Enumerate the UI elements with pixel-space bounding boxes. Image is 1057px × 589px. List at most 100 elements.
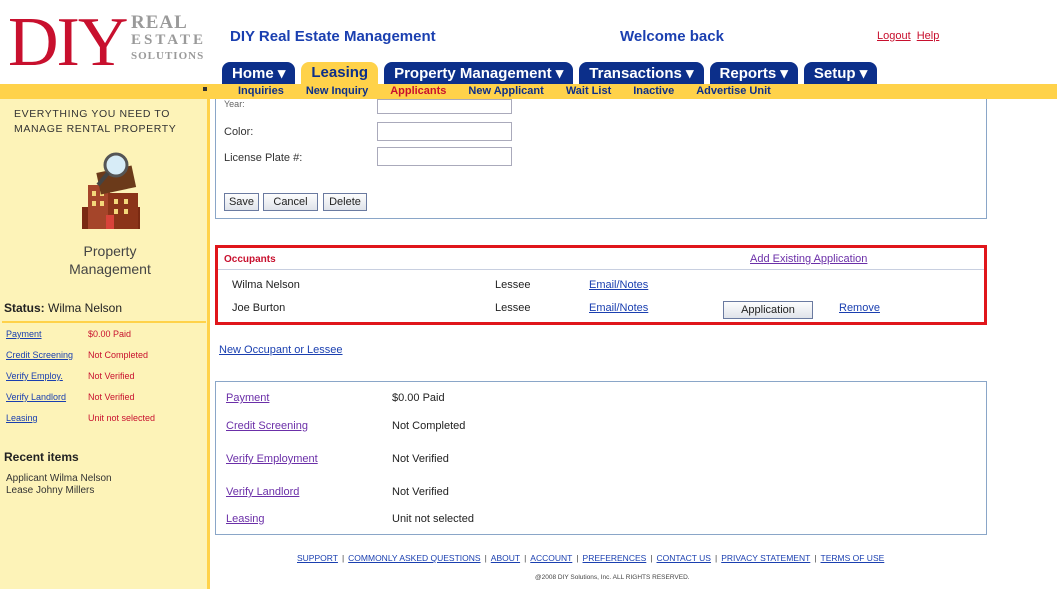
license-plate-field[interactable] xyxy=(377,147,512,166)
occupant-name: Wilma Nelson xyxy=(232,279,300,291)
status-row-leasing: Leasing Unit not selected xyxy=(6,413,206,427)
status-value-verify-employ: Not Verified xyxy=(88,371,135,381)
verify-employment-value: Not Verified xyxy=(392,453,449,465)
tagline: EVERYTHING YOU NEED TO MANAGE RENTAL PRO… xyxy=(14,108,177,135)
credit-screening-link[interactable]: Credit Screening xyxy=(226,420,308,432)
credit-screening-value: Not Completed xyxy=(392,420,466,432)
occupant-role: Lessee xyxy=(495,302,531,314)
footer-link-terms[interactable]: TERMS OF USE xyxy=(821,553,885,563)
subnav-inactive[interactable]: Inactive xyxy=(633,85,674,97)
cancel-button[interactable]: Cancel xyxy=(263,193,318,211)
status-value-leasing: Unit not selected xyxy=(88,413,156,423)
recent-item[interactable]: Lease Johny Millers xyxy=(6,485,112,497)
welcome-text: Welcome back xyxy=(620,28,724,45)
help-link[interactable]: Help xyxy=(917,30,940,42)
sidebar: EVERYTHING YOU NEED TO MANAGE RENTAL PRO… xyxy=(0,99,210,589)
status-label: Status: xyxy=(4,301,45,315)
tab-reports[interactable]: Reports ▾ xyxy=(709,62,798,84)
main-nav: Home ▾ Leasing Property Management ▾ Tra… xyxy=(222,62,878,84)
license-plate-label: License Plate #: xyxy=(224,152,303,164)
footer-link-privacy[interactable]: PRIVACY STATEMENT xyxy=(721,553,810,563)
subnav-new-inquiry[interactable]: New Inquiry xyxy=(306,85,368,97)
occupant-name: Joe Burton xyxy=(232,302,286,314)
status-link-verify-employ[interactable]: Verify Employ. xyxy=(6,371,63,381)
color-field[interactable] xyxy=(377,122,512,141)
logo-real: REAL xyxy=(131,12,188,33)
status-link-credit-screening[interactable]: Credit Screening xyxy=(6,350,73,360)
tab-leasing[interactable]: Leasing xyxy=(301,62,379,84)
occupants-title: Occupants xyxy=(224,254,276,265)
tab-property-management[interactable]: Property Management ▾ xyxy=(384,62,574,84)
property-management-icon[interactable] xyxy=(78,149,144,233)
delete-button[interactable]: Delete xyxy=(323,193,367,211)
email-notes-link[interactable]: Email/Notes xyxy=(589,279,648,291)
subnav-inquiries[interactable]: Inquiries xyxy=(238,85,284,97)
status-link-leasing[interactable]: Leasing xyxy=(6,413,38,423)
remove-link[interactable]: Remove xyxy=(839,302,880,314)
year-field[interactable] xyxy=(377,99,512,114)
recent-items-title: Recent items xyxy=(4,450,79,464)
tab-transactions[interactable]: Transactions ▾ xyxy=(579,62,704,84)
status-link-verify-landlord[interactable]: Verify Landlord xyxy=(6,392,66,402)
subnav-new-applicant[interactable]: New Applicant xyxy=(468,85,543,97)
occupants-panel: Occupants Add Existing Application Wilma… xyxy=(215,245,987,325)
logo[interactable]: DIY REAL ESTATE SOLUTIONS xyxy=(8,4,208,82)
footer-link-contact[interactable]: CONTACT US xyxy=(657,553,711,563)
recent-item[interactable]: Applicant Wilma Nelson xyxy=(6,473,112,485)
sub-nav: Inquiries New Inquiry Applicants New App… xyxy=(0,84,1057,99)
status-value-verify-landlord: Not Verified xyxy=(88,392,135,402)
status-row-employ: Verify Employ. Not Verified xyxy=(6,371,206,385)
status-panel-row: Payment $0.00 Paid xyxy=(226,392,926,408)
new-occupant-link[interactable]: New Occupant or Lessee xyxy=(219,344,343,356)
add-existing-application-link[interactable]: Add Existing Application xyxy=(750,253,867,265)
email-notes-link[interactable]: Email/Notes xyxy=(589,302,648,314)
subnav-applicants[interactable]: Applicants xyxy=(390,85,446,97)
status-link-payment[interactable]: Payment xyxy=(6,329,42,339)
footer-link-support[interactable]: SUPPORT xyxy=(297,553,338,563)
leasing-link[interactable]: Leasing xyxy=(226,513,265,525)
verify-landlord-value: Not Verified xyxy=(392,486,449,498)
verify-landlord-link[interactable]: Verify Landlord xyxy=(226,486,299,498)
tab-home[interactable]: Home ▾ xyxy=(222,62,296,84)
status-panel-row: Verify Landlord Not Verified xyxy=(226,486,926,502)
save-button[interactable]: Save xyxy=(224,193,259,211)
bullet-icon xyxy=(203,87,207,91)
footer-links: SUPPORT | COMMONLY ASKED QUESTIONS | ABOUT | A… xyxy=(297,553,885,563)
logo-diy: DIY xyxy=(8,4,128,81)
applicant-status-panel: Payment $0.00 Paid Credit Screening Not … xyxy=(215,381,987,535)
divider xyxy=(2,321,206,323)
payment-value: $0.00 Paid xyxy=(392,392,445,404)
status-panel-row: Credit Screening Not Completed xyxy=(226,420,926,436)
status-row-landlord: Verify Landlord Not Verified xyxy=(6,392,206,406)
verify-employment-link[interactable]: Verify Employment xyxy=(226,453,318,465)
status-value-payment: $0.00 Paid xyxy=(88,329,132,339)
property-management-label[interactable]: Property Management xyxy=(40,242,180,278)
status-value-credit-screening: Not Completed xyxy=(88,350,149,360)
footer-link-about[interactable]: ABOUT xyxy=(491,553,520,563)
occupant-row: Joe Burton Lessee Email/Notes Applicatio… xyxy=(218,298,984,322)
status-panel-row: Leasing Unit not selected xyxy=(226,513,926,529)
status-list: Payment $0.00 Paid Credit Screening Not … xyxy=(6,329,206,423)
payment-link[interactable]: Payment xyxy=(226,392,269,404)
footer-link-account[interactable]: ACCOUNT xyxy=(530,553,572,563)
footer-link-faq[interactable]: COMMONLY ASKED QUESTIONS xyxy=(348,553,480,563)
status-heading: Status: Wilma Nelson xyxy=(4,301,122,315)
application-button[interactable]: Application xyxy=(723,301,813,319)
footer-link-preferences[interactable]: PREFERENCES xyxy=(583,553,647,563)
top-links: Logout Help xyxy=(877,30,942,42)
year-label: Year: xyxy=(224,99,245,109)
status-row-payment: Payment $0.00 Paid xyxy=(6,329,206,343)
status-panel-row: Verify Employment Not Verified xyxy=(226,453,926,469)
tab-setup[interactable]: Setup ▾ xyxy=(803,62,878,84)
status-name: Wilma Nelson xyxy=(48,301,123,315)
leasing-value: Unit not selected xyxy=(392,513,474,525)
color-label: Color: xyxy=(224,126,254,138)
logout-link[interactable]: Logout xyxy=(877,30,911,42)
vehicle-form-panel: Year: Color: License Plate #: Save Cance… xyxy=(215,99,987,219)
copyright: @2008 DIY Solutions, Inc. ALL RIGHTS RES… xyxy=(535,574,690,581)
recent-items-list: Applicant Wilma Nelson Lease Johny Mille… xyxy=(6,473,112,497)
property-label-line1: Property xyxy=(83,243,137,259)
subnav-advertise-unit[interactable]: Advertise Unit xyxy=(696,85,771,97)
app-title: DIY Real Estate Management xyxy=(230,28,436,45)
subnav-wait-list[interactable]: Wait List xyxy=(566,85,611,97)
